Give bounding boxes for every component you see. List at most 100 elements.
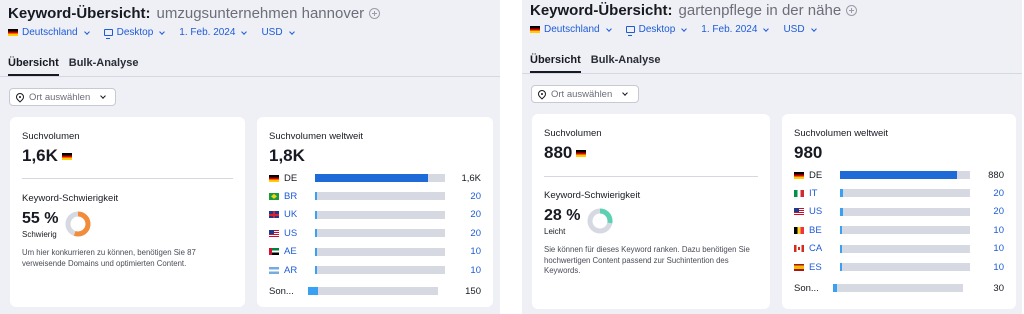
volume-bar-track	[840, 207, 970, 216]
country-row-ca[interactable]: CA 10	[794, 242, 1004, 256]
volume-bar-track	[840, 263, 970, 271]
card-divider	[544, 176, 758, 177]
volume-bar-track	[308, 287, 438, 296]
volume-bar-fill	[315, 192, 317, 201]
chevron-down-icon	[159, 28, 166, 35]
global-volume-value: 980	[794, 143, 823, 162]
chevron-down-icon	[681, 25, 688, 32]
difficulty-gauge	[587, 208, 613, 234]
location-select-button[interactable]: Ort auswählen	[531, 85, 639, 103]
us-flag-icon	[269, 229, 279, 237]
volume-bar-fill	[840, 263, 842, 271]
country-code[interactable]: AR	[284, 265, 308, 276]
country-code[interactable]: BE	[809, 225, 833, 236]
country-code[interactable]: BR	[284, 191, 308, 202]
chevron-down-icon	[810, 25, 817, 32]
country-volume[interactable]: 10	[441, 246, 481, 257]
add-keyword-icon[interactable]	[369, 8, 381, 19]
germany-flag-icon	[576, 149, 587, 157]
country-volume[interactable]: 10	[441, 265, 481, 276]
date-dropdown[interactable]: 1. Feb. 2024	[179, 27, 248, 38]
page-title: Keyword-Übersicht: umzugsunternehmen han…	[8, 5, 381, 22]
keyword-text: gartenpflege in der nähe	[678, 2, 842, 19]
tab-bulk-analysis[interactable]: Bulk-Analyse	[69, 57, 139, 76]
country-code[interactable]: IT	[809, 188, 833, 199]
es-flag-icon	[794, 263, 804, 271]
country-code[interactable]: CA	[809, 243, 833, 254]
difficulty-percent: 28 %	[544, 207, 581, 224]
device-label: Desktop	[116, 27, 154, 38]
currency-dropdown[interactable]: USD	[261, 27, 295, 38]
volume-bar-track	[315, 247, 445, 256]
country-volume[interactable]: 20	[441, 228, 481, 239]
tab-overview[interactable]: Übersicht	[530, 54, 581, 73]
volume-bar-fill	[308, 287, 319, 296]
volume-bar-track	[840, 171, 970, 179]
volume-bar-fill	[840, 171, 957, 179]
country-row-ae[interactable]: AE 10	[269, 245, 481, 259]
country-volume[interactable]: 10	[964, 243, 1004, 254]
date-label: 1. Feb. 2024	[179, 27, 236, 38]
database-dropdown[interactable]: Deutschland	[8, 27, 90, 38]
country-code[interactable]: US	[284, 228, 308, 239]
database-dropdown[interactable]: Deutschland	[530, 24, 612, 35]
device-dropdown[interactable]: Desktop	[103, 27, 166, 39]
chevron-down-icon	[83, 28, 90, 35]
currency-dropdown[interactable]: USD	[783, 24, 817, 35]
volume-label: Suchvolumen	[22, 131, 80, 142]
volume-value: 880	[544, 143, 587, 163]
country-row-it[interactable]: IT 20	[794, 186, 1004, 200]
volume-label: Suchvolumen	[544, 128, 602, 139]
de-flag-icon	[794, 171, 804, 179]
country-code[interactable]: AE	[284, 246, 308, 257]
country-volume[interactable]: 20	[441, 191, 481, 202]
country-row-be[interactable]: BE 10	[794, 223, 1004, 237]
tab-bulk-analysis[interactable]: Bulk-Analyse	[591, 54, 661, 73]
country-volume[interactable]: 20	[441, 209, 481, 220]
country-volume[interactable]: 10	[964, 262, 1004, 273]
volume-bar-fill	[833, 284, 837, 293]
currency-label: USD	[261, 27, 283, 38]
date-dropdown[interactable]: 1. Feb. 2024	[701, 24, 770, 35]
country-volume[interactable]: 20	[964, 188, 1004, 199]
device-dropdown[interactable]: Desktop	[625, 24, 688, 36]
country-code[interactable]: US	[809, 206, 833, 217]
volume-bar-fill	[315, 174, 429, 182]
country-row-us[interactable]: US 20	[269, 226, 481, 240]
chevron-down-icon	[241, 28, 248, 35]
country-code[interactable]: ES	[809, 262, 833, 273]
volume-value: 1,6K	[22, 146, 72, 166]
volume-bar-fill	[840, 207, 843, 216]
desktop-icon	[103, 29, 113, 39]
country-row-us[interactable]: US 20	[794, 205, 1004, 219]
volume-bar-fill	[840, 226, 842, 235]
country-row-uk[interactable]: UK 20	[269, 208, 481, 222]
volume-bar-track	[833, 284, 963, 293]
title-label: Keyword-Übersicht:	[8, 5, 151, 22]
tab-overview[interactable]: Übersicht	[8, 57, 59, 76]
country-volume[interactable]: 10	[964, 225, 1004, 236]
uk-flag-icon	[269, 211, 279, 219]
country-row-br[interactable]: BR 20	[269, 189, 481, 203]
difficulty-percent: 55 %	[22, 210, 59, 227]
country-volume[interactable]: 20	[964, 206, 1004, 217]
country-volume: 880	[988, 169, 1004, 181]
country-row-ar[interactable]: AR 10	[269, 263, 481, 277]
database-label: Deutschland	[22, 27, 78, 38]
others-label: Son...	[794, 282, 819, 294]
volume-bar-track	[840, 226, 970, 235]
volume-bar-track	[315, 229, 445, 238]
chevron-down-icon	[763, 25, 770, 32]
country-row-es[interactable]: ES 10	[794, 260, 1004, 274]
difficulty-description: Um hier konkurrieren zu können, benötige…	[22, 248, 196, 268]
volume-bar-fill	[315, 266, 317, 274]
location-label: Ort auswählen	[29, 91, 91, 103]
keyword-text: umzugsunternehmen hannover	[156, 5, 365, 22]
location-select-button[interactable]: Ort auswählen	[9, 88, 116, 106]
germany-flag-icon	[530, 26, 540, 33]
country-code[interactable]: UK	[284, 209, 308, 220]
volume-bar-fill	[315, 247, 317, 256]
add-keyword-icon[interactable]	[846, 5, 858, 16]
country-row-de: DE 1,6K	[269, 171, 481, 185]
volume-bar-track	[315, 174, 445, 182]
